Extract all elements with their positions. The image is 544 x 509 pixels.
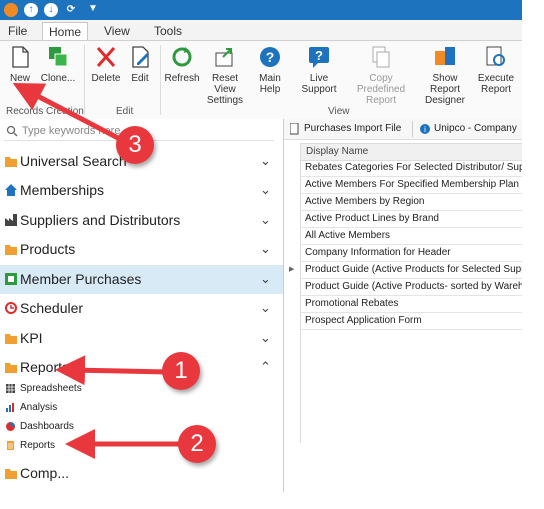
annotation-callout-3: 3 [116, 126, 154, 164]
annotation-callout-2: 2 [178, 425, 216, 463]
annotation-layer [12, 83, 180, 459]
annotation-arrow-1 [55, 355, 169, 386]
annotation-arrow-3 [12, 83, 120, 141]
annotation-callout-1: 1 [162, 352, 200, 390]
